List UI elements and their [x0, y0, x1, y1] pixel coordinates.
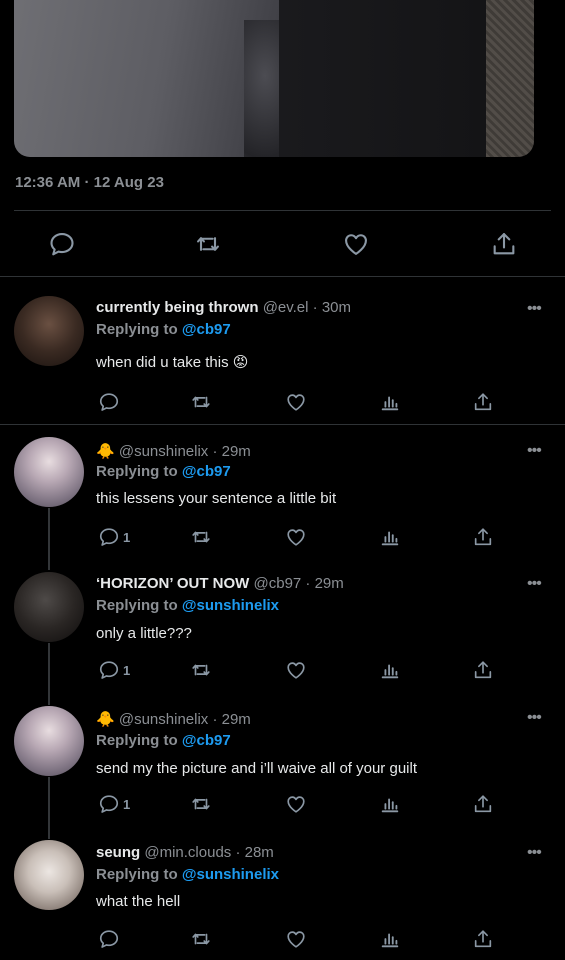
display-name[interactable]: currently being thrown: [96, 299, 259, 316]
reply-action-bar: 1: [0, 526, 565, 550]
tweet-text: this lessens your sentence a little bit: [96, 490, 337, 507]
replying-label: Replying to: [96, 866, 178, 883]
handle-time: @min.clouds · 28m: [144, 844, 274, 861]
like-icon[interactable]: [285, 659, 307, 681]
handle-time: @sunshinelix · 29m: [118, 711, 251, 728]
more-options-icon[interactable]: •••: [527, 575, 542, 593]
reply-icon[interactable]: [98, 526, 120, 548]
reply-icon[interactable]: [98, 659, 120, 681]
handle-time: @cb97 · 29m: [253, 575, 344, 592]
tweet-photo[interactable]: [14, 0, 534, 157]
retweet-icon[interactable]: [190, 391, 212, 413]
replying-to-link[interactable]: @cb97: [182, 321, 231, 338]
tweet-timestamp[interactable]: 12:36 AM · 12 Aug 23: [15, 174, 164, 191]
display-name[interactable]: 🐥: [96, 711, 115, 728]
display-name[interactable]: seung: [96, 844, 140, 861]
avatar[interactable]: [14, 706, 84, 776]
main-action-bar: [0, 228, 565, 258]
divider: [14, 210, 551, 211]
retweet-icon[interactable]: [190, 793, 212, 815]
like-icon[interactable]: [342, 230, 370, 258]
like-icon[interactable]: [285, 928, 307, 950]
avatar[interactable]: [14, 296, 84, 366]
tweet-text: send my the picture and i’ll waive all o…: [96, 760, 417, 777]
reply-action-bar: [0, 928, 565, 952]
tweet-text: only a little???: [96, 625, 192, 642]
share-icon[interactable]: [490, 230, 518, 258]
reply-icon[interactable]: [98, 391, 120, 413]
replying-to-link[interactable]: @cb97: [182, 732, 231, 749]
display-name[interactable]: 🐥: [96, 443, 115, 460]
handle-time: @sunshinelix · 29m: [118, 443, 251, 460]
handle-time: @ev.el · 30m: [262, 299, 351, 316]
share-icon[interactable]: [472, 928, 494, 950]
reply-count: 1: [123, 797, 131, 812]
analytics-icon[interactable]: [379, 928, 401, 950]
replying-to-link[interactable]: @sunshinelix: [182, 597, 279, 614]
replying-label: Replying to: [96, 597, 178, 614]
avatar[interactable]: [14, 572, 84, 642]
analytics-icon[interactable]: [379, 526, 401, 548]
reply-action-bar: 1: [0, 793, 565, 817]
retweet-icon[interactable]: [190, 659, 212, 681]
more-options-icon[interactable]: •••: [527, 442, 542, 460]
replying-to-link[interactable]: @sunshinelix: [182, 866, 279, 883]
avatar[interactable]: [14, 840, 84, 910]
replying-label: Replying to: [96, 321, 178, 338]
replying-label: Replying to: [96, 463, 178, 480]
reply-action-bar: [0, 391, 565, 415]
share-icon[interactable]: [472, 793, 494, 815]
reply-action-bar: 1: [0, 659, 565, 683]
like-icon[interactable]: [285, 391, 307, 413]
analytics-icon[interactable]: [379, 391, 401, 413]
like-icon[interactable]: [285, 526, 307, 548]
like-icon[interactable]: [285, 793, 307, 815]
reply-count: 1: [123, 663, 131, 678]
share-icon[interactable]: [472, 391, 494, 413]
analytics-icon[interactable]: [379, 659, 401, 681]
analytics-icon[interactable]: [379, 793, 401, 815]
more-options-icon[interactable]: •••: [527, 300, 542, 318]
share-icon[interactable]: [472, 526, 494, 548]
display-name[interactable]: ‘HORIZON’ OUT NOW: [96, 575, 249, 592]
replying-label: Replying to: [96, 732, 178, 749]
retweet-icon[interactable]: [190, 526, 212, 548]
reply-count: 1: [123, 530, 131, 545]
tweet-text: what the hell: [96, 893, 181, 910]
divider: [0, 276, 565, 277]
more-options-icon[interactable]: •••: [527, 709, 542, 727]
reply-icon[interactable]: [98, 928, 120, 950]
tweet-text: when did u take this 😡: [96, 354, 249, 371]
retweet-icon[interactable]: [190, 928, 212, 950]
more-options-icon[interactable]: •••: [527, 844, 542, 862]
avatar[interactable]: [14, 437, 84, 507]
retweet-icon[interactable]: [194, 230, 222, 258]
reply-icon[interactable]: [98, 793, 120, 815]
share-icon[interactable]: [472, 659, 494, 681]
replying-to-link[interactable]: @cb97: [182, 463, 231, 480]
reply-icon[interactable]: [48, 230, 76, 258]
divider: [0, 424, 565, 425]
